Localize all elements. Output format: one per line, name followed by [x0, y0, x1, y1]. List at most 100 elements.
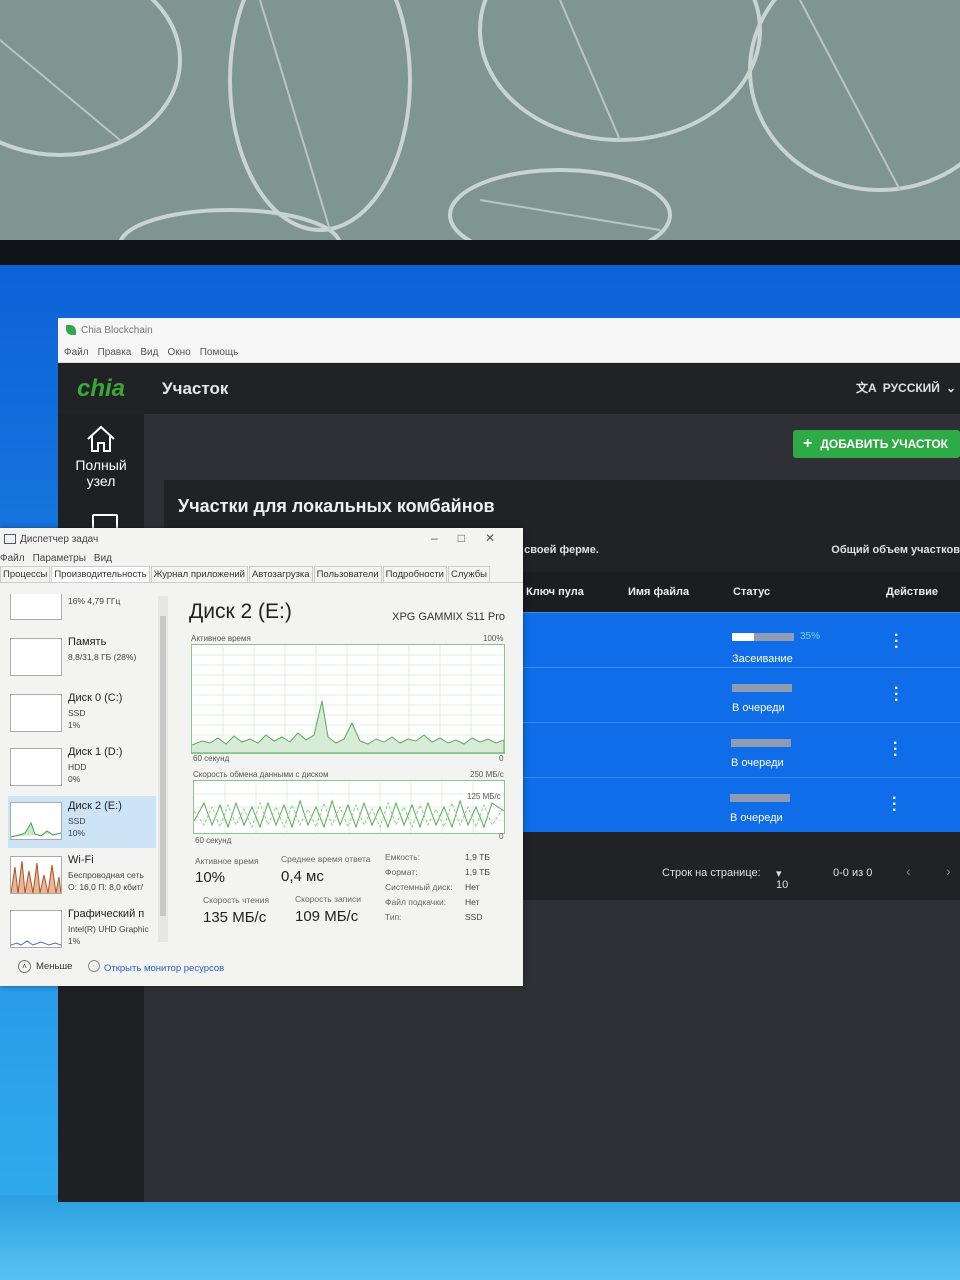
graph2-label: Скорость обмена данными с диском [193, 770, 329, 779]
add-plot-label: ДОБАВИТЬ УЧАСТОК [820, 437, 948, 451]
disk1-thumbnail [10, 748, 62, 786]
chevron-left-icon[interactable]: ‹ [906, 863, 911, 879]
window-controls[interactable]: –□✕ [431, 531, 515, 545]
resource-detail: SSD [68, 816, 86, 826]
more-vert-icon[interactable]: · · · [893, 736, 898, 764]
graph2-max: 250 МБ/с [470, 770, 504, 779]
col-status[interactable]: Статус [733, 586, 770, 598]
chevron-right-icon[interactable]: › [946, 863, 951, 879]
total-size-label: Общий объем участков [831, 544, 960, 556]
tab-startup[interactable]: Автозагрузка [248, 566, 313, 582]
tab-performance[interactable]: Производительность [51, 566, 150, 582]
resource-monitor-icon [88, 960, 100, 972]
language-label: РУССКИЙ [882, 380, 940, 395]
col-pool-key[interactable]: Ключ пула [526, 586, 584, 598]
gpu-thumbnail [10, 910, 62, 948]
home-icon [58, 424, 144, 457]
resource-detail: Intel(R) UHD Graphic [68, 924, 149, 934]
chia-menubar: Файл Правка Вид Окно Помощь [58, 342, 960, 363]
monitor-stand-area [0, 1195, 960, 1280]
progress-fill [732, 633, 754, 641]
tm-scrollbar[interactable] [158, 596, 168, 942]
chevron-up-icon: ˄ [18, 960, 31, 973]
tm-menu-file[interactable]: Файл [0, 553, 25, 564]
progress-bar [732, 633, 794, 641]
menu-help[interactable]: Помощь [200, 347, 239, 358]
menu-file[interactable]: Файл [64, 347, 89, 358]
response-time-label: Среднее время ответа [281, 854, 371, 864]
progress-percent: 35% [800, 631, 821, 642]
resource-usage: 0% [68, 774, 81, 784]
more-vert-icon[interactable]: · · · [892, 791, 897, 819]
resource-detail: HDD [68, 762, 87, 772]
resource-usage: 1% [68, 936, 81, 946]
active-time-label: Активное время [195, 856, 259, 866]
info-label: Файл подкачки: [385, 897, 447, 907]
menu-edit[interactable]: Правка [98, 347, 132, 358]
resource-disk0[interactable]: Диск 0 (C:) SSD 1% [8, 688, 156, 740]
disk2-thumbnail [10, 802, 62, 840]
col-filename[interactable]: Имя файла [628, 586, 689, 598]
rows-per-page-select[interactable]: 10 ▾ [776, 867, 788, 891]
progress-bar [732, 684, 792, 692]
status-text: В очереди [731, 757, 784, 769]
tab-processes[interactable]: Процессы [0, 566, 51, 582]
read-speed-value: 135 МБ/с [203, 909, 267, 926]
resource-memory[interactable]: Память 8,8/31,8 ГБ (28%) [8, 632, 156, 684]
language-selector[interactable]: 文A РУССКИЙ ⌄ [856, 379, 956, 396]
chevron-down-icon: ⌄ [945, 380, 956, 395]
tab-details[interactable]: Подробности [382, 566, 447, 582]
menu-window[interactable]: Окно [167, 347, 190, 358]
resource-usage: 1% [68, 720, 81, 730]
progress-bar [730, 794, 790, 802]
add-plot-button[interactable]: + ДОБАВИТЬ УЧАСТОК [793, 430, 960, 458]
resource-disk2[interactable]: Диск 2 (E:) SSD 10% [8, 796, 156, 848]
disk0-thumbnail [10, 694, 62, 732]
active-time-graph [191, 644, 505, 754]
info-label: Емкость: [385, 852, 420, 862]
disk-title: Диск 2 (E:) [189, 600, 292, 623]
cpu-thumbnail [10, 594, 62, 620]
tm-resource-list: ЦП 16% 4,79 ГГц Память 8,8/31,8 ГБ (28%)… [0, 594, 168, 950]
tm-footer: ˄ Меньше Открыть монитор ресурсов [0, 956, 523, 978]
tm-menu-options[interactable]: Параметры [33, 553, 86, 564]
tab-services[interactable]: Службы [448, 566, 490, 582]
resource-monitor-link[interactable]: Открыть монитор ресурсов [88, 960, 224, 974]
info-value: Нет [465, 882, 480, 892]
menu-view[interactable]: Вид [140, 347, 158, 358]
resource-usage: 10% [68, 828, 86, 838]
tab-users[interactable]: Пользователи [313, 566, 382, 582]
sidebar-label-line1: Полный [75, 457, 127, 473]
info-label: Системный диск: [385, 882, 453, 892]
resource-detail: 8,8/31,8 ГБ (28%) [68, 652, 137, 662]
disk-details-panel: Диск 2 (E:) XPG GAMMIX S11 Pro Активное … [175, 594, 515, 950]
sidebar-label-line2: узел [86, 473, 116, 489]
resource-disk1[interactable]: Диск 1 (D:) HDD 0% [8, 742, 156, 794]
resource-name: Диск 2 (E:) [68, 800, 122, 812]
plus-icon: + [803, 435, 813, 452]
resource-cpu[interactable]: ЦП 16% 4,79 ГГц [8, 594, 156, 628]
tm-menu-view[interactable]: Вид [94, 553, 112, 564]
chia-titlebar: Chia Blockchain [58, 318, 960, 342]
more-vert-icon[interactable]: · · · [894, 628, 899, 656]
tm-menubar: Файл Параметры Вид [0, 550, 523, 566]
resource-wifi[interactable]: Wi-Fi Беспроводная сеть О: 16,0 П: 8,0 к… [8, 850, 156, 902]
tab-app-history[interactable]: Журнал приложений [150, 566, 248, 582]
scrollbar-thumb[interactable] [160, 616, 166, 916]
resource-usage: О: 16,0 П: 8,0 кбит/ [68, 882, 144, 892]
progress-bar [731, 739, 791, 747]
col-action: Действие [886, 586, 938, 598]
chia-window-title: Chia Blockchain [81, 324, 153, 336]
transfer-rate-graph [193, 780, 505, 834]
resource-name: Графический п [68, 908, 145, 920]
fewer-details-button[interactable]: ˄ Меньше [18, 960, 72, 973]
sidebar-item-full-node[interactable]: Полный узел [58, 414, 144, 509]
wifi-thumbnail [10, 856, 62, 894]
resource-monitor-label: Открыть монитор ресурсов [104, 963, 225, 974]
info-value: 1,9 ТБ [465, 867, 490, 877]
response-time-value: 0,4 мс [281, 868, 324, 885]
more-vert-icon[interactable]: · · · [894, 681, 899, 709]
status-text: Засеивание [732, 653, 793, 665]
resource-gpu[interactable]: Графический п Intel(R) UHD Graphic 1% [8, 904, 156, 950]
resource-name: Диск 0 (C:) [68, 692, 123, 704]
